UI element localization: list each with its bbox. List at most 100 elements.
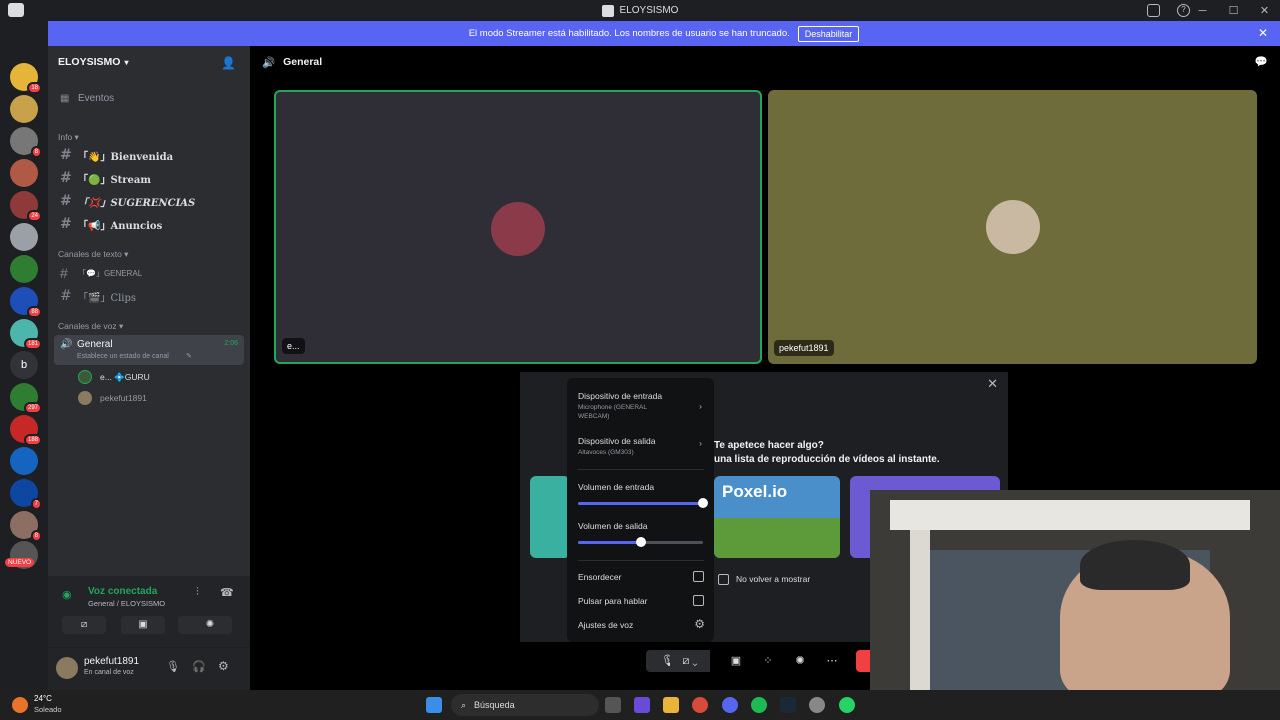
steam-icon[interactable] [780,697,796,713]
server-icon[interactable] [10,159,38,187]
close-window-button[interactable]: ✕ [1249,4,1280,17]
banner-text: El modo Streamer está habilitado. Los no… [468,28,790,39]
participant-tile[interactable]: e... [274,90,762,364]
server-icon[interactable]: 188 [10,415,42,446]
server-icon[interactable] [10,223,38,251]
server-icon[interactable]: b [10,351,38,379]
pencil-icon: ✎ [186,353,192,360]
obs-icon[interactable] [809,697,825,713]
more-icon[interactable]: ⋯ [822,650,842,672]
voice-channel-general[interactable]: 🔊 General 2:06 Establece un estado de ca… [54,335,244,365]
category-info[interactable]: Info ▾ [58,132,79,143]
channel-sugerencias[interactable]: # 「💢」SUGERENCIAS [54,190,244,212]
server-icon[interactable]: 24 [10,191,42,222]
screen-share-button[interactable]: ▣ [121,616,165,634]
server-icon[interactable]: 181 [10,319,42,350]
channel-clips[interactable]: # 「🎬」Clips [54,285,244,307]
chrome-icon[interactable] [692,697,708,713]
start-icon[interactable] [426,697,442,713]
slider-handle[interactable] [698,498,708,508]
mention-badge: 18 [27,82,42,94]
microphone-icon[interactable]: 🎙 [166,660,180,673]
close-icon[interactable]: ✕ [987,376,998,392]
spotify-icon[interactable] [751,697,767,713]
activities-icon[interactable]: ⁘ [758,650,778,672]
channel-general[interactable]: # 「💬」GENERAL [54,262,244,284]
participant-tile[interactable]: pekefut1891 [768,90,1257,364]
mention-badge: 88 [27,306,42,318]
gear-icon[interactable]: ⚙ [694,617,705,631]
dont-show-checkbox[interactable] [718,574,729,585]
slider-handle[interactable] [635,537,646,547]
voice-location[interactable]: General / ELOYSISMO [88,599,165,608]
server-icon[interactable]: 7 [10,479,42,510]
server-icon[interactable] [10,95,38,123]
set-status-link[interactable]: Establece un estado de canal [77,353,169,360]
audio-settings-popup: Dispositivo de entrada Microphone (GENER… [567,378,714,642]
maximize-button[interactable]: ☐ [1218,4,1249,17]
headphones-icon[interactable]: 🎧 [192,660,206,673]
avatar [491,202,545,256]
mention-badge: 7 [30,498,42,510]
channel-sidebar: ELOYSISMO ▾ 👤 ▦ Eventos Info ▾ # 「👋」Bienv… [48,46,250,690]
category-text[interactable]: Canales de texto ▾ [58,249,128,260]
server-icon[interactable]: 8 [10,127,42,158]
events-item[interactable]: ▦ Eventos [54,87,244,109]
whatsapp-icon[interactable] [839,697,855,713]
avatar[interactable] [56,657,78,679]
output-device-menu[interactable]: Dispositivo de salida Altavoces (GM303) … [578,436,704,457]
weather-icon[interactable] [12,697,28,713]
activity-title: Te apetece hacer algo? [714,440,824,451]
server-icon[interactable] [10,255,38,283]
task-view-icon[interactable] [605,697,621,713]
activity-card-poxel[interactable]: Poxel.io [714,476,840,558]
slider-fill [578,502,703,505]
disable-streamer-button[interactable]: Deshabilitar [797,25,860,42]
chat-icon[interactable]: 💬 [1255,55,1268,68]
speaker-icon: 🔊 [262,56,276,69]
voice-user[interactable]: pekefut1891 [78,389,147,407]
gear-icon[interactable]: ⚙ [218,659,229,673]
category-voice[interactable]: Canales de voz ▾ [58,321,123,332]
screen-share-icon[interactable]: ▣ [726,650,746,672]
activity-card[interactable] [530,476,570,558]
channel-anuncios[interactable]: # 「📢」Anuncios [54,213,244,235]
deafen-checkbox[interactable] [693,571,704,582]
close-icon[interactable]: ✕ [1258,26,1268,40]
voice-user[interactable]: e... 💠GURU [78,368,150,386]
weather-status: Soleado [34,705,62,714]
deafen-label: Ensordecer [578,572,622,582]
input-volume-label: Volumen de entrada [578,482,655,492]
channel-stream[interactable]: # 「🟢」Stream [54,167,244,189]
search-box[interactable]: ⌕ Búsqueda [451,694,599,716]
file-explorer-icon[interactable] [663,697,679,713]
voice-settings-link[interactable]: Ajustes de voz [578,620,704,630]
hash-icon: # [60,288,72,304]
soundboard-icon[interactable]: ✺ [790,650,810,672]
dont-show-label: No volver a mostrar [736,574,811,584]
server-icon[interactable] [10,447,38,475]
hash-icon: # [60,216,72,232]
server-icon[interactable]: 88 [10,287,42,318]
copilot-icon[interactable] [634,697,650,713]
inbox-icon[interactable] [1147,4,1160,17]
disconnect-icon[interactable]: ☎ [220,586,234,599]
input-device-menu[interactable]: Dispositivo de entrada Microphone (GENER… [578,391,704,421]
noise-suppression-icon[interactable]: ⫶ [196,586,199,599]
camera-off-button[interactable]: ⧄ [62,616,106,634]
server-header[interactable]: ELOYSISMO ▾ 👤 [48,46,250,78]
output-volume-slider[interactable] [578,537,703,547]
camera-button[interactable]: ⧄ ⌄ [670,650,710,672]
server-icon[interactable]: 8 [10,511,42,542]
push-to-talk-checkbox[interactable] [693,595,704,606]
discord-icon[interactable] [722,697,738,713]
input-volume-slider[interactable] [578,498,708,508]
minimize-button[interactable]: ─ [1187,5,1218,17]
invite-icon[interactable]: 👤 [221,56,236,70]
server-icon[interactable]: 297 [10,383,42,414]
channel-bienvenida[interactable]: # 「👋」Bienvenida [54,144,244,166]
soundboard-button[interactable]: ✺ [188,616,232,634]
server-icon[interactable]: 18 [10,63,42,94]
signal-icon[interactable]: ◉ [62,588,72,601]
hash-icon: # [60,170,72,186]
